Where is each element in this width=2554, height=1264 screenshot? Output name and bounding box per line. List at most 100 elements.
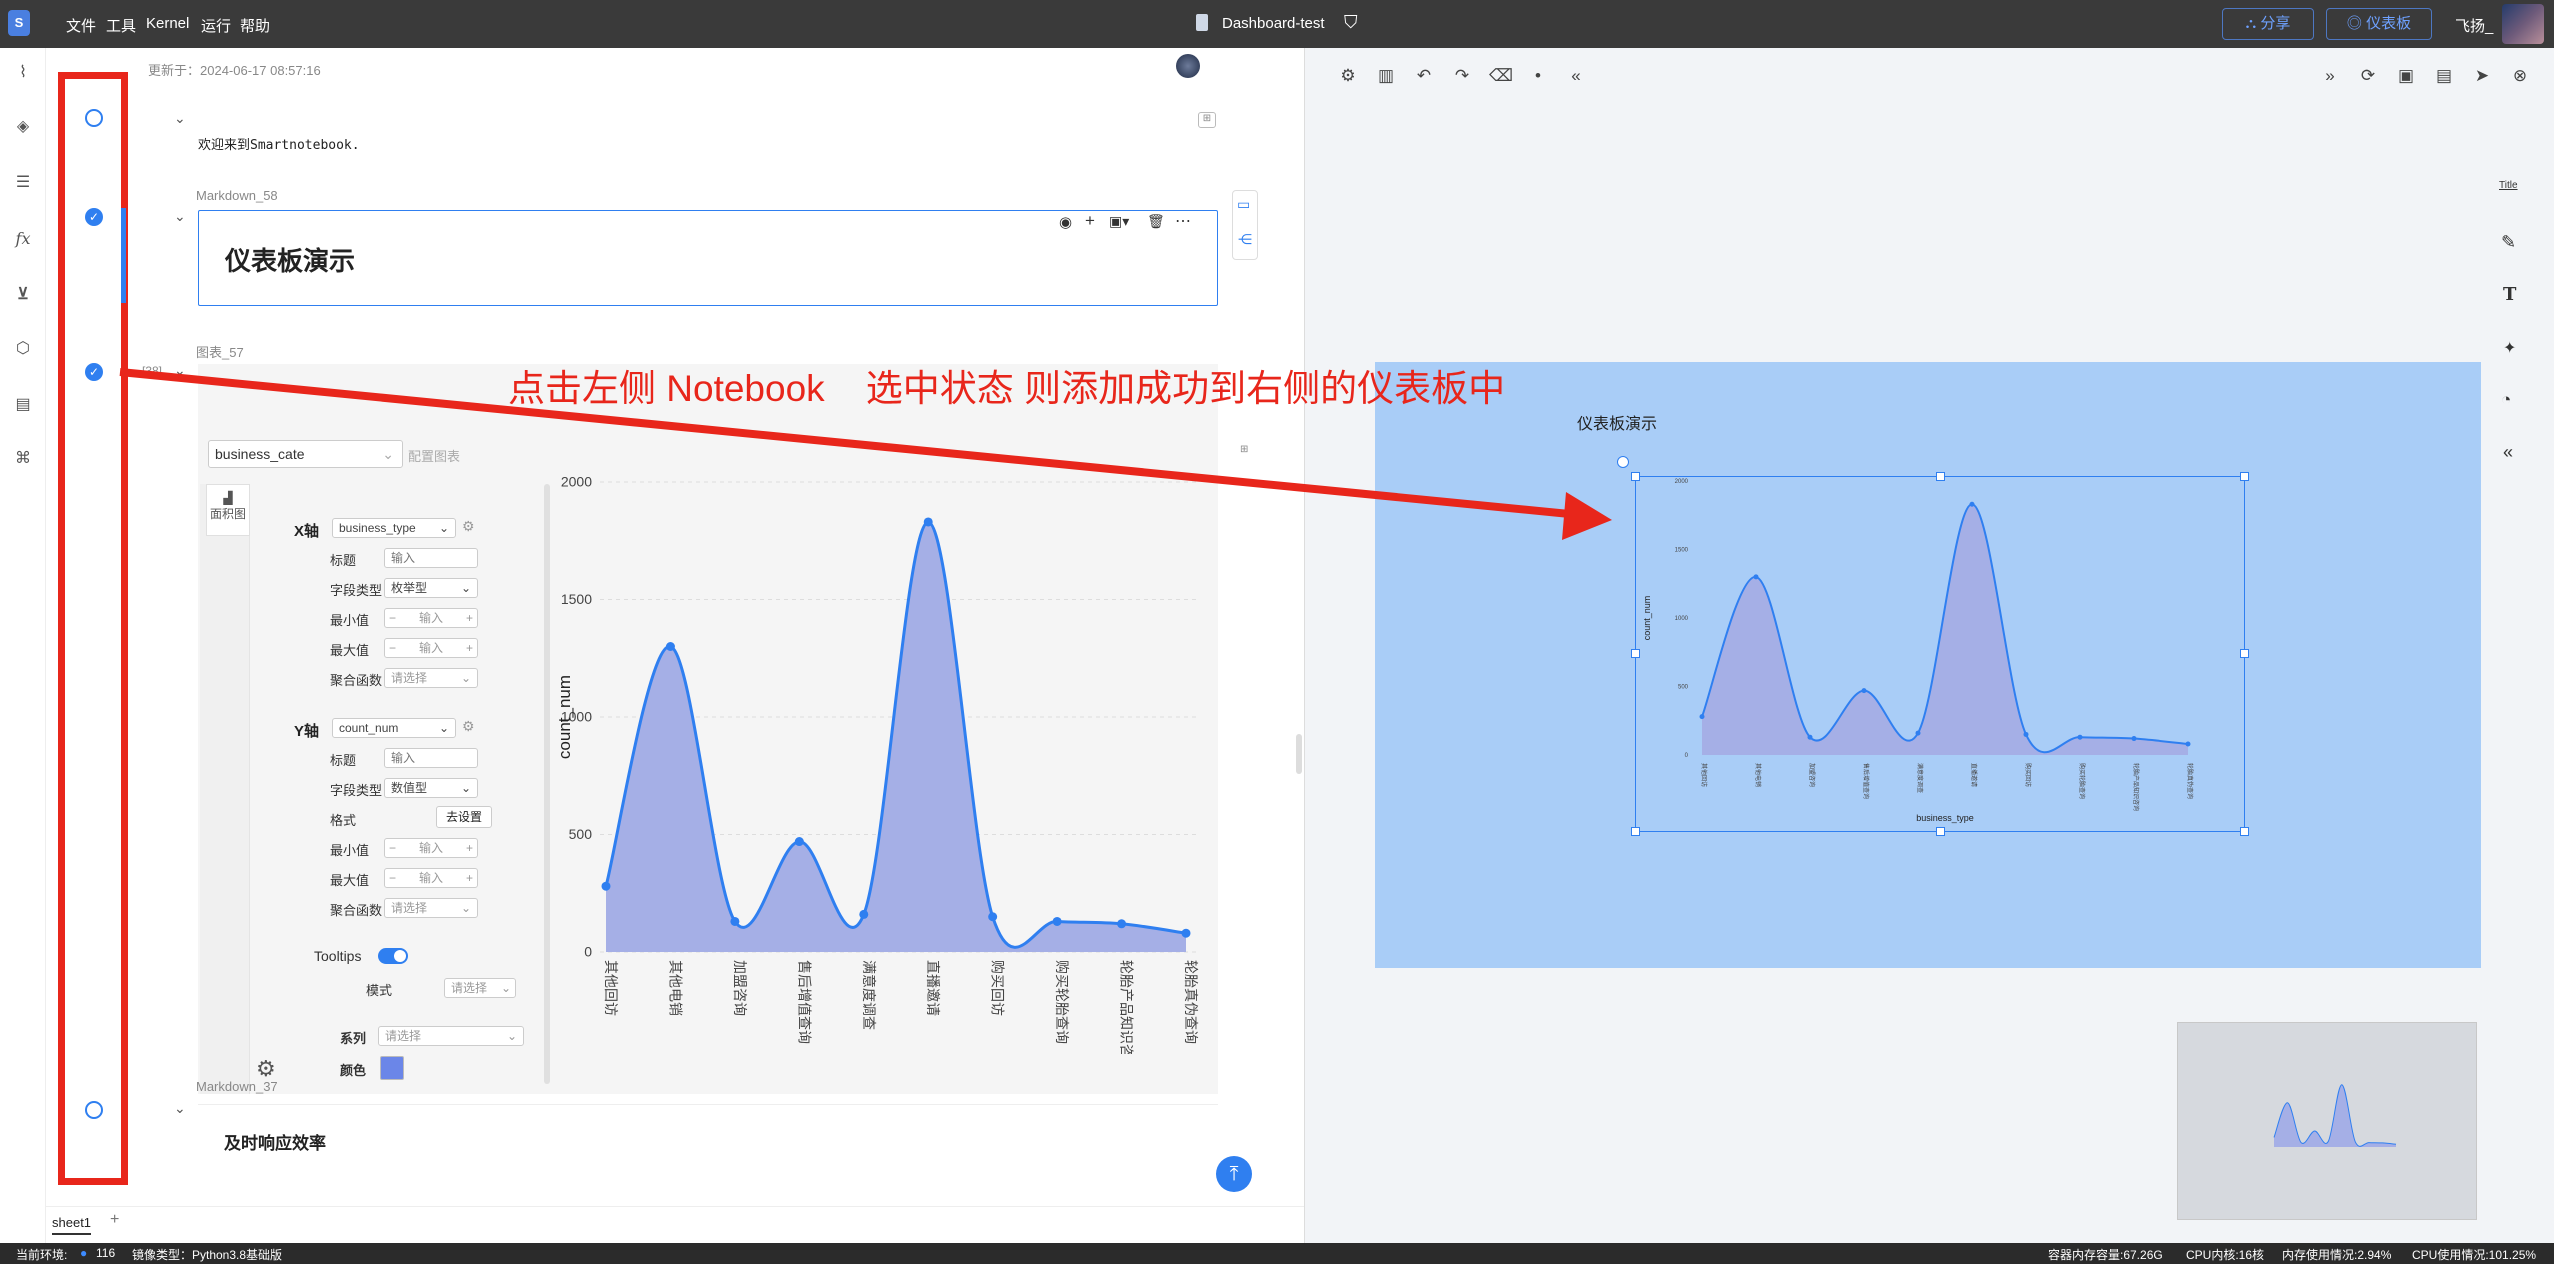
color-swatch[interactable] (380, 1056, 404, 1080)
title-tool[interactable]: Title (2499, 180, 2518, 191)
palette-icon[interactable]: ◔ (2501, 390, 2511, 410)
add-sheet-button[interactable]: + (110, 1211, 119, 1229)
chart-type-area[interactable]: ▟ 面积图 (206, 484, 250, 536)
chevron-double-left-icon[interactable]: « (1565, 66, 1587, 86)
resize-handle[interactable] (2240, 472, 2249, 481)
collapse-chevron-icon[interactable]: ⌄ (174, 110, 186, 127)
avatar[interactable] (2502, 4, 2544, 44)
layers-icon[interactable]: ◈ (12, 116, 34, 138)
y-title-input[interactable] (384, 748, 478, 768)
x-title-input[interactable] (384, 548, 478, 568)
tooltips-toggle[interactable] (378, 948, 408, 964)
text-tool[interactable]: T (2503, 284, 2516, 305)
redo-icon[interactable]: ↷ (1451, 66, 1473, 86)
dashboard-button[interactable]: ◎ 仪表板 (2326, 8, 2432, 40)
x-type-label: 字段类型 (330, 583, 383, 598)
document-title[interactable]: Dashboard-test (1222, 15, 1325, 32)
share-button[interactable]: ⛬ 分享 (2222, 8, 2314, 40)
dataset-select[interactable]: business_cate ⌄ (208, 440, 403, 468)
resize-handle[interactable] (2240, 827, 2249, 836)
rotate-handle[interactable] (1617, 456, 1629, 468)
back-to-top-icon[interactable]: ⤒ (1216, 1156, 1252, 1192)
mode-select[interactable]: 请选择 ⌄ (444, 978, 516, 998)
package-icon[interactable]: ⬡ (12, 338, 34, 360)
comment-icon[interactable]: ▭ (1237, 196, 1250, 213)
x-field-select[interactable]: business_type ⌄ (332, 518, 456, 538)
undo-icon[interactable]: ↶ (1413, 66, 1435, 86)
menu-kernel[interactable]: Kernel (146, 15, 189, 32)
resize-handle[interactable] (1631, 827, 1640, 836)
y-settings-icon[interactable]: ⚙ (462, 718, 475, 735)
resize-handle[interactable] (1631, 472, 1640, 481)
map-icon[interactable]: ▥ (1375, 66, 1397, 86)
dashboard-canvas[interactable]: 仪表板演示 0 500 1000 1500 2000 其他回访 其他电销 加盟咨询 售后增值查询… (1375, 362, 2481, 968)
x-min-stepper[interactable]: − 输入 + (384, 608, 478, 628)
menu-help[interactable]: 帮助 (240, 15, 270, 36)
dataset-extra[interactable]: 配置图表 (408, 446, 460, 465)
x-settings-icon[interactable]: ⚙ (462, 518, 475, 535)
variable-icon[interactable]: ⊻ (12, 284, 34, 306)
delete-icon[interactable]: 🗑 (1147, 213, 1165, 230)
cell-select-check[interactable]: ✓ (85, 208, 103, 226)
menu-run[interactable]: 运行 (201, 15, 231, 36)
cell-select-check[interactable]: ✓ (85, 363, 103, 381)
menu-file[interactable]: 文件 (66, 15, 96, 36)
collapse-chevron-icon[interactable]: ⌄ (174, 362, 186, 379)
save-icon[interactable]: ▣ (2395, 66, 2417, 86)
config-scrollbar[interactable] (544, 484, 550, 1084)
minimap[interactable] (2177, 1022, 2477, 1220)
x-agg-select[interactable]: 请选择 ⌄ (384, 668, 478, 688)
notebook-pane: 更新于：2024-06-17 08:57:16 ✓ ✓ ⌄ ⊞ 欢迎来到Smar… (46, 48, 1304, 1243)
cell-select-radio[interactable] (85, 1101, 103, 1119)
y-max-stepper[interactable]: − 输入 + (384, 868, 478, 888)
chevron-double-right-icon[interactable]: » (2319, 66, 2341, 86)
pane-resizer[interactable] (1296, 734, 1302, 774)
shortcut-icon[interactable]: ⌘ (12, 448, 34, 470)
series-select[interactable]: 请选择 ⌄ (378, 1026, 524, 1046)
y-type-select[interactable]: 数值型 ⌄ (384, 778, 478, 798)
preview-icon[interactable]: ▤ (2433, 66, 2455, 86)
dot-icon[interactable]: • (1527, 66, 1549, 86)
y-agg-select[interactable]: 请选择 ⌄ (384, 898, 478, 918)
collaborator-avatar[interactable] (1176, 54, 1200, 78)
chevron-double-left-icon[interactable]: « (2503, 442, 2513, 463)
more-icon[interactable]: ⋯ (1175, 211, 1191, 231)
refresh-icon[interactable]: ⟳ (2357, 66, 2379, 86)
settings-icon[interactable]: ⚙ (1337, 66, 1359, 86)
x-max-stepper[interactable]: − 输入 + (384, 638, 478, 658)
y-min-stepper[interactable]: − 输入 + (384, 838, 478, 858)
chart-fullscreen-icon[interactable]: ⊞ (1240, 444, 1256, 458)
y-field-select[interactable]: count_num ⌄ (332, 718, 456, 738)
x-type-select[interactable]: 枚举型 ⌄ (384, 578, 478, 598)
resize-handle[interactable] (1631, 649, 1640, 658)
image-icon[interactable]: ▣▾ (1109, 213, 1129, 230)
user-name[interactable]: 飞扬_ (2455, 15, 2493, 36)
markdown-cell[interactable]: 及时响应效率 (198, 1104, 1218, 1174)
attachment-icon[interactable]: ⌇ (12, 62, 34, 84)
resize-handle[interactable] (1936, 827, 1945, 836)
share-node-icon[interactable]: ⋲ (1238, 231, 1252, 248)
file-icon[interactable]: ▤ (12, 394, 34, 416)
app-logo[interactable]: S (8, 10, 30, 36)
bookmark-icon[interactable]: ⛉ (1344, 12, 1358, 33)
sheet-tab[interactable]: sheet1 (52, 1215, 92, 1235)
resize-handle[interactable] (2240, 649, 2249, 658)
dashboard-chart-widget[interactable]: 0 500 1000 1500 2000 其他回访 其他电销 加盟咨询 售后增值查询 满意度调查 直… (1631, 472, 2249, 836)
cell-select-radio[interactable] (85, 109, 103, 127)
function-icon[interactable]: fx (12, 228, 34, 250)
list-icon[interactable]: ☰ (12, 172, 34, 194)
markdown-cell[interactable]: 仪表板演示 ◉ + ▣▾ 🗑 ⋯ (198, 210, 1218, 306)
collapse-chevron-icon[interactable]: ⌄ (174, 1100, 186, 1117)
resize-handle[interactable] (1936, 472, 1945, 481)
view-icon[interactable]: ◉ (1059, 213, 1072, 231)
send-icon[interactable]: ➤ (2471, 66, 2493, 86)
sparkle-icon[interactable]: ✦ (2503, 338, 2516, 358)
add-icon[interactable]: + (1085, 211, 1095, 231)
cell-toolbar-icon[interactable]: ⊞ (1198, 112, 1216, 128)
menu-tools[interactable]: 工具 (106, 15, 136, 36)
collapse-chevron-icon[interactable]: ⌄ (174, 208, 186, 225)
format-button[interactable]: 去设置 (436, 806, 492, 828)
eraser-icon[interactable]: ⌫ (1489, 66, 1513, 86)
pencil-square-icon[interactable]: ✎ (2501, 232, 2516, 253)
close-icon[interactable]: ⊗ (2509, 66, 2531, 86)
